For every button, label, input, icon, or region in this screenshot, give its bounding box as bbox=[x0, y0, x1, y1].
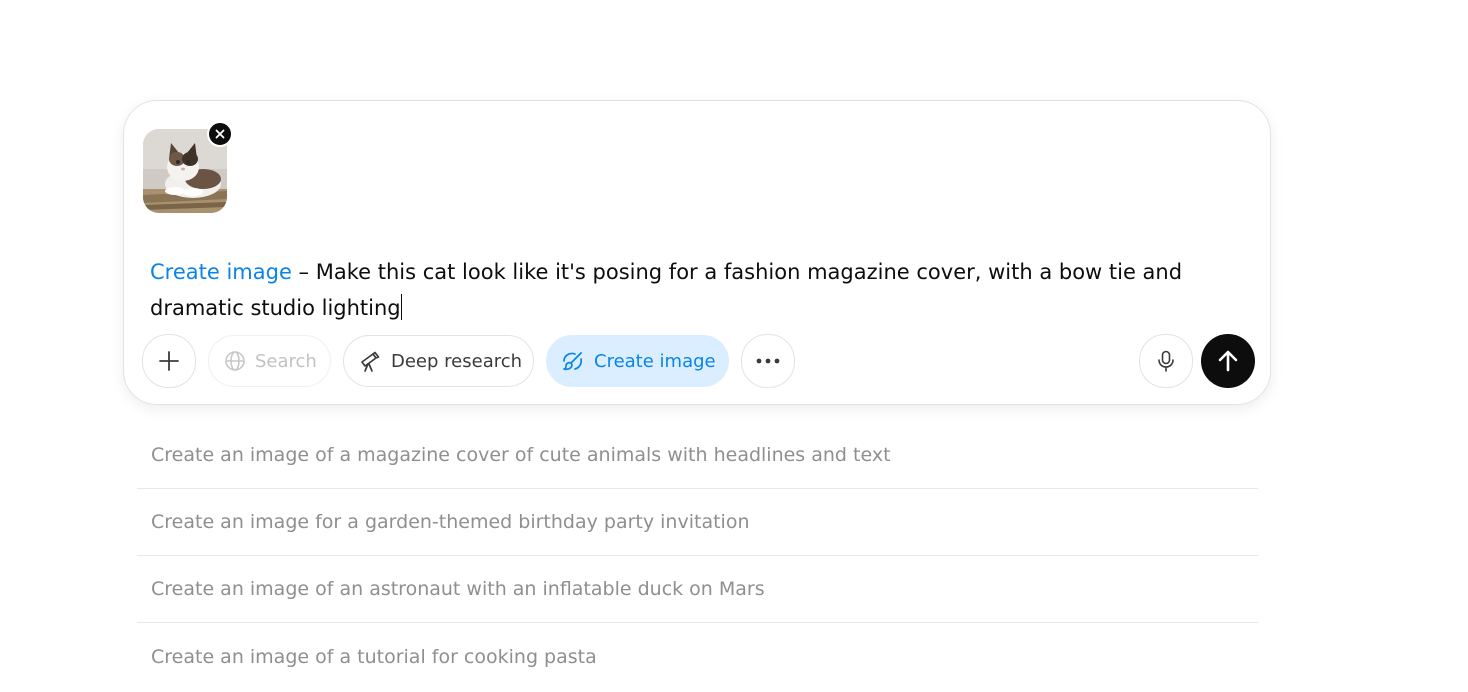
globe-icon bbox=[225, 351, 245, 371]
suggestion-list: Create an image of a magazine cover of c… bbox=[137, 422, 1258, 690]
suggestion-item[interactable]: Create an image of a tutorial for cookin… bbox=[137, 623, 1258, 690]
remove-attachment-button[interactable] bbox=[207, 121, 233, 147]
send-button[interactable] bbox=[1201, 334, 1255, 388]
search-label: Search bbox=[255, 350, 317, 372]
create-image-button[interactable]: Create image bbox=[546, 335, 729, 387]
deep-research-button[interactable]: Deep research bbox=[343, 335, 534, 387]
more-tools-button[interactable] bbox=[741, 334, 795, 388]
deep-research-label: Deep research bbox=[391, 350, 523, 372]
arrow-up-icon bbox=[1218, 350, 1238, 372]
plus-icon bbox=[159, 351, 179, 371]
suggestion-item[interactable]: Create an image for a garden-themed birt… bbox=[137, 489, 1258, 556]
voice-input-button[interactable] bbox=[1139, 334, 1193, 388]
microphone-icon bbox=[1158, 350, 1174, 372]
more-horizontal-icon bbox=[756, 358, 780, 364]
suggestion-item[interactable]: Create an image of a magazine cover of c… bbox=[137, 422, 1258, 489]
attachment bbox=[143, 121, 233, 213]
search-button[interactable]: Search bbox=[208, 335, 331, 387]
prompt-composer: Create image – Make this cat look like i… bbox=[123, 100, 1271, 405]
telescope-icon bbox=[361, 351, 380, 372]
prompt-text: – Make this cat look like it's posing fo… bbox=[150, 260, 1183, 320]
create-image-label: Create image bbox=[594, 350, 716, 372]
suggestion-item[interactable]: Create an image of an astronaut with an … bbox=[137, 556, 1258, 623]
add-button[interactable] bbox=[142, 334, 196, 388]
close-icon bbox=[215, 129, 225, 139]
prompt-input[interactable]: Create image – Make this cat look like i… bbox=[150, 254, 1240, 326]
create-image-tag[interactable]: Create image bbox=[150, 260, 292, 284]
text-caret bbox=[400, 294, 402, 320]
brush-icon bbox=[563, 352, 583, 371]
